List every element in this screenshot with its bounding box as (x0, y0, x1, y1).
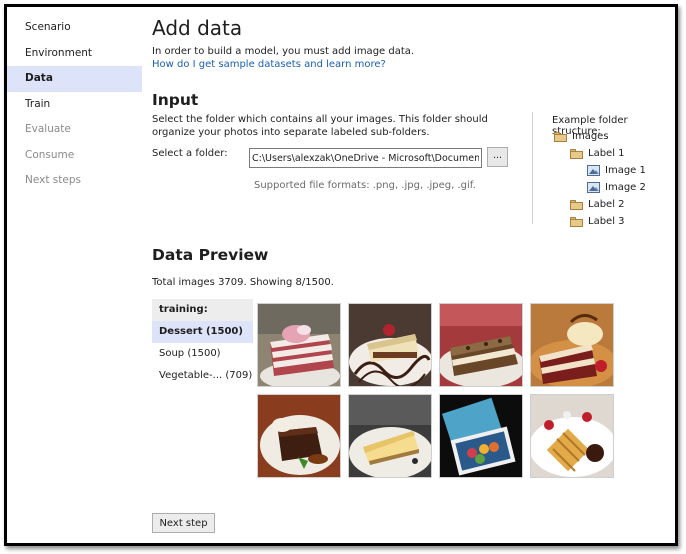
label-item-vegetable[interactable]: Vegetable-... (709) (152, 365, 253, 387)
thumbnail-image[interactable] (257, 303, 341, 387)
total-images-text: Total images 3709. Showing 8/1500. (152, 277, 334, 288)
main-content: Add data In order to build a model, you … (152, 7, 675, 543)
tree-item-label-3: Label 3 (570, 216, 625, 227)
tree-item-image-1: Image 1 (587, 165, 646, 176)
label-list: training: Dessert (1500) Soup (1500) Veg… (152, 299, 253, 387)
image-icon (587, 165, 600, 176)
sidebar-item-evaluate: Evaluate (25, 123, 71, 135)
sidebar-item-scenario[interactable]: Scenario (7, 15, 142, 41)
folder-icon (570, 216, 583, 227)
thumbnail-image[interactable] (439, 303, 523, 387)
folder-label: Select a folder: (152, 148, 228, 159)
sidebar-item-consume: Consume (25, 148, 75, 161)
intro-text: In order to build a model, you must add … (152, 46, 415, 57)
folder-icon (554, 131, 567, 142)
tree-item-label-1: Label 1 (570, 148, 625, 159)
thumbnail-image[interactable] (348, 303, 432, 387)
thumbnail-image[interactable] (439, 394, 523, 478)
tree-label: Images (572, 131, 609, 142)
tree-item-images: Images (554, 131, 609, 142)
thumbnail-grid (257, 303, 622, 479)
data-preview-heading: Data Preview (152, 246, 269, 264)
image-icon (587, 182, 600, 193)
tree-item-label-2: Label 2 (570, 199, 625, 210)
tree-label: Label 2 (588, 199, 625, 210)
tree-item-image-2: Image 2 (587, 182, 646, 193)
sidebar-item-data[interactable]: Data (7, 66, 142, 92)
folder-path-input[interactable] (249, 148, 482, 168)
label-group-header: training: (152, 299, 253, 321)
input-section-heading: Input (152, 91, 199, 109)
sidebar-item-environment[interactable]: Environment (7, 41, 142, 67)
tree-label: Label 1 (588, 148, 625, 159)
label-item-soup[interactable]: Soup (1500) (152, 343, 253, 365)
input-description: Select the folder which contains all you… (152, 114, 488, 138)
sidebar-nav: Scenario Environment Data Train Evaluate… (7, 7, 142, 543)
folder-icon (570, 148, 583, 159)
tree-label: Label 3 (588, 216, 625, 227)
app-window: Scenario Environment Data Train Evaluate… (4, 4, 678, 546)
tree-label: Image 1 (605, 165, 646, 176)
tree-label: Image 2 (605, 182, 646, 193)
thumbnail-image[interactable] (530, 303, 614, 387)
thumbnail-image[interactable] (530, 394, 614, 478)
sidebar-item-next-steps: Next steps (25, 174, 81, 186)
next-step-button[interactable]: Next step (152, 513, 215, 533)
supported-formats-text: Supported file formats: .png, .jpg, .jpe… (254, 180, 476, 191)
thumbnail-image[interactable] (348, 394, 432, 478)
sidebar-item-train[interactable]: Train (7, 92, 142, 118)
browse-folder-button[interactable]: ... (487, 147, 508, 167)
page-title: Add data (152, 16, 243, 40)
folder-icon (570, 199, 583, 210)
label-item-dessert[interactable]: Dessert (1500) (152, 321, 253, 343)
thumbnail-image[interactable] (257, 394, 341, 478)
sample-datasets-link[interactable]: How do I get sample datasets and learn m… (152, 59, 386, 70)
section-divider (532, 112, 533, 224)
